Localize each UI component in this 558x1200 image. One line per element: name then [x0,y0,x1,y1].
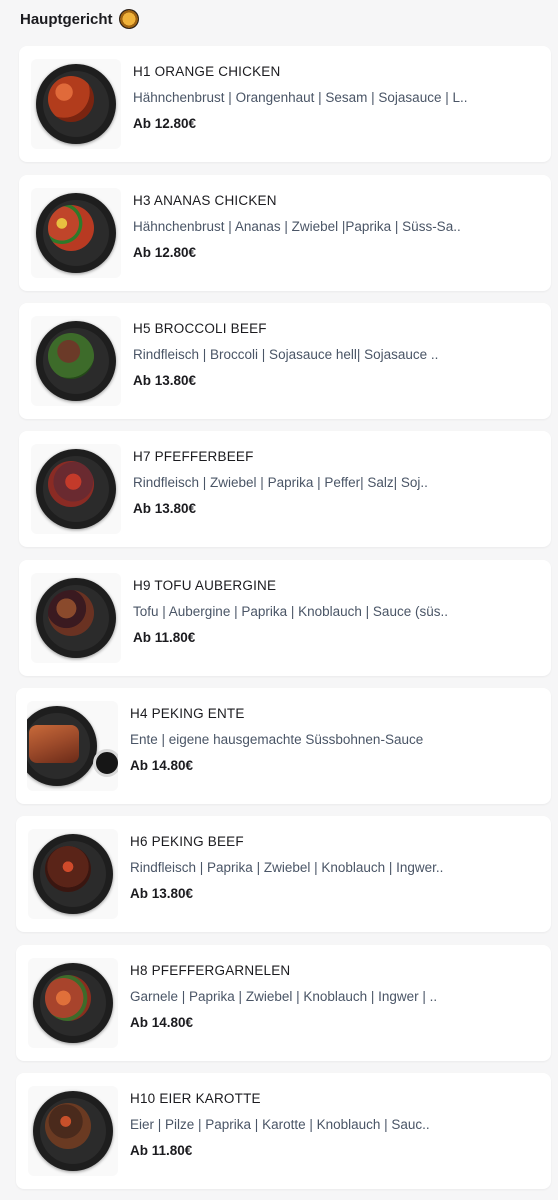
dish-image [28,829,118,919]
dish-image [31,573,121,663]
dish-description: Rindfleisch | Zwiebel | Paprika | Peffer… [133,475,428,490]
section-title: Hauptgericht [20,10,113,28]
dish-card-h8[interactable]: H8 PFEFFERGARNELEN Garnele | Paprika | Z… [16,945,551,1061]
dish-name: H8 PFEFFERGARNELEN [130,963,291,978]
dish-card-h4[interactable]: H4 PEKING ENTE Ente | eigene hausgemacht… [16,688,551,804]
food-image [45,846,91,892]
food-image [45,975,91,1021]
dish-price: Ab 11.80€ [130,1143,193,1158]
dish-card-h3[interactable]: H3 ANANAS CHICKEN Hähnchenbrust | Ananas… [19,175,551,291]
food-image [48,590,94,636]
curry-bowl-icon [118,9,139,29]
dish-card-h9[interactable]: H9 TOFU AUBERGINE Tofu | Aubergine | Pap… [19,560,551,676]
food-image [48,205,94,251]
dish-image [28,958,118,1048]
dish-image [31,59,121,149]
dish-description: Rindfleisch | Broccoli | Sojasauce hell|… [133,347,439,362]
dish-price: Ab 14.80€ [130,1015,194,1030]
sauce-dip-image [93,749,118,777]
dish-price: Ab 11.80€ [133,630,196,645]
dish-card-h6[interactable]: H6 PEKING BEEF Rindfleisch | Paprika | Z… [16,816,551,932]
dish-card-h5[interactable]: H5 BROCCOLI BEEF Rindfleisch | Broccoli … [19,303,551,419]
dish-name: H4 PEKING ENTE [130,706,245,721]
dish-name: H3 ANANAS CHICKEN [133,193,277,208]
dish-image [31,316,121,406]
dish-description: Hähnchenbrust | Orangenhaut | Sesam | So… [133,90,468,105]
dish-description: Hähnchenbrust | Ananas | Zwiebel |Paprik… [133,219,461,234]
food-image [48,461,94,507]
dish-image [31,188,121,278]
food-image [45,1103,91,1149]
dish-name: H6 PEKING BEEF [130,834,244,849]
dish-name: H1 ORANGE CHICKEN [133,64,281,79]
dish-name: H9 TOFU AUBERGINE [133,578,277,593]
dish-description: Rindfleisch | Paprika | Zwiebel | Knobla… [130,860,444,875]
dish-price: Ab 12.80€ [133,116,197,131]
dish-price: Ab 13.80€ [133,501,197,516]
dish-price: Ab 12.80€ [133,245,197,260]
dish-name: H10 EIER KAROTTE [130,1091,261,1106]
dish-price: Ab 14.80€ [130,758,194,773]
dish-image [27,701,118,791]
dish-image [28,1086,118,1176]
dish-description: Eier | Pilze | Paprika | Karotte | Knobl… [130,1117,430,1132]
food-image [48,76,94,122]
dish-name: H5 BROCCOLI BEEF [133,321,267,336]
food-image [29,725,79,763]
dish-card-h1[interactable]: H1 ORANGE CHICKEN Hähnchenbrust | Orange… [19,46,551,162]
dish-price: Ab 13.80€ [130,886,194,901]
dish-price: Ab 13.80€ [133,373,197,388]
dish-description: Ente | eigene hausgemachte Süssbohnen-Sa… [130,732,424,747]
dish-image [31,444,121,534]
dish-card-h7[interactable]: H7 PFEFFERBEEF Rindfleisch | Zwiebel | P… [19,431,551,547]
dish-description: Tofu | Aubergine | Paprika | Knoblauch |… [133,604,448,619]
dish-card-h10[interactable]: H10 EIER KAROTTE Eier | Pilze | Paprika … [16,1073,551,1189]
dish-name: H7 PFEFFERBEEF [133,449,254,464]
dish-description: Garnele | Paprika | Zwiebel | Knoblauch … [130,989,438,1004]
food-image [48,333,94,379]
section-header: Hauptgericht [20,8,139,30]
